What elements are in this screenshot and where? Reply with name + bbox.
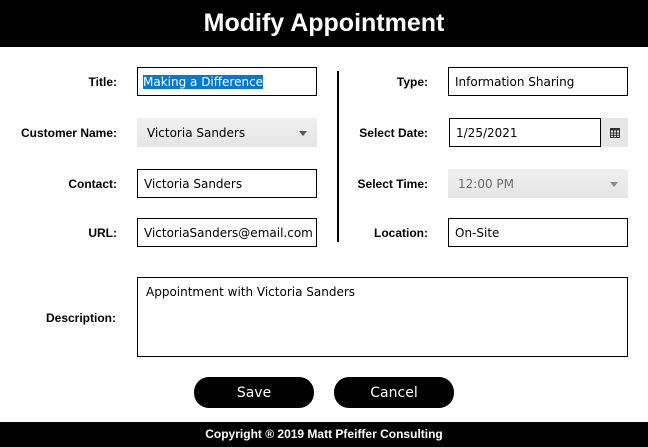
- cancel-button[interactable]: Cancel: [334, 377, 454, 408]
- description-label: Description:: [45, 311, 116, 325]
- title-label: Title:: [88, 75, 117, 89]
- url-field[interactable]: VictoriaSanders@email.com: [137, 218, 317, 247]
- contact-label: Contact:: [68, 177, 117, 191]
- description-field[interactable]: Appointment with Victoria Sanders: [137, 277, 628, 357]
- column-divider: [337, 71, 339, 242]
- type-label: Type:: [396, 75, 428, 89]
- contact-field[interactable]: Victoria Sanders: [137, 169, 317, 198]
- save-button[interactable]: Save: [194, 377, 314, 408]
- date-field[interactable]: 1/25/2021: [449, 118, 601, 147]
- chevron-down-icon: [299, 130, 307, 136]
- time-value: 12:00 PM: [458, 176, 514, 191]
- time-dropdown[interactable]: 12:00 PM: [448, 169, 628, 198]
- customer-name-label: Customer Name:: [20, 126, 117, 140]
- calendar-icon: [609, 127, 620, 138]
- location-field[interactable]: On-Site: [448, 218, 628, 247]
- title-value: Making a Difference: [143, 74, 264, 89]
- type-field[interactable]: Information Sharing: [448, 67, 628, 96]
- location-label: Location:: [374, 226, 428, 240]
- footer-copyright: Copyright ® 2019 Matt Pfeiffer Consultin…: [0, 422, 648, 447]
- date-picker-button[interactable]: [601, 118, 628, 147]
- window-title: Modify Appointment: [0, 0, 648, 47]
- customer-name-value: Victoria Sanders: [147, 125, 246, 140]
- chevron-down-icon: [610, 181, 618, 187]
- select-date-label: Select Date:: [359, 126, 428, 140]
- url-label: URL:: [88, 226, 117, 240]
- title-field[interactable]: Making a Difference: [137, 67, 317, 96]
- customer-name-dropdown[interactable]: Victoria Sanders: [137, 118, 317, 147]
- select-time-label: Select Time:: [357, 177, 428, 191]
